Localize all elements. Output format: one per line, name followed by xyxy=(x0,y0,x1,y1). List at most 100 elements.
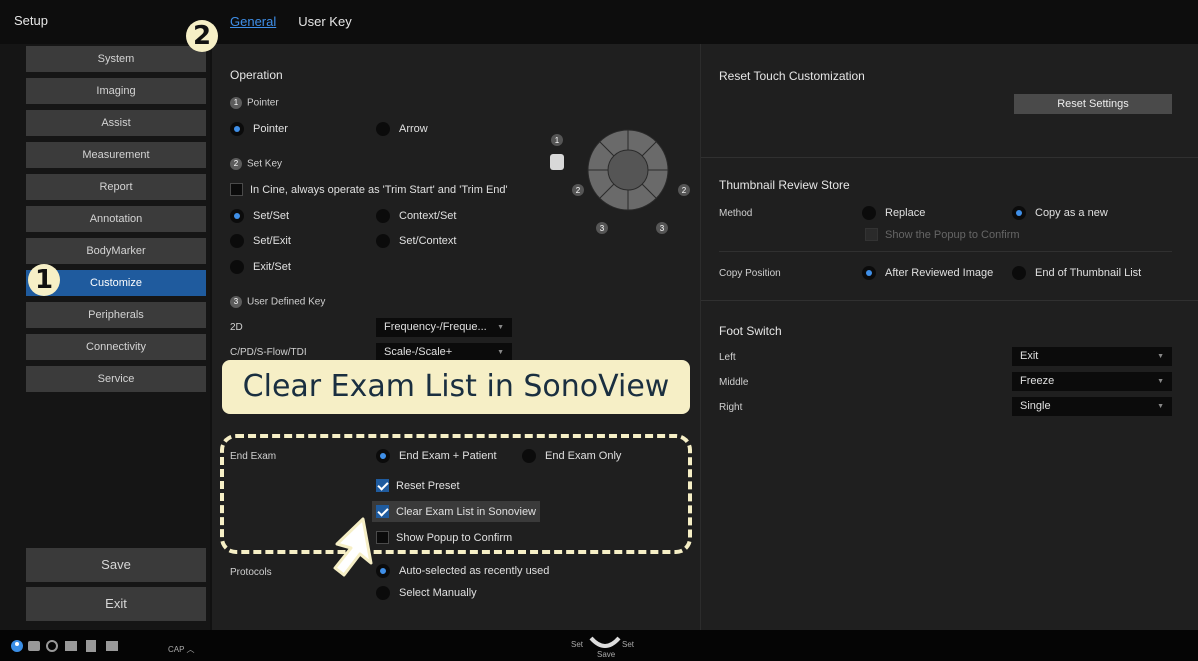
radio-dot xyxy=(376,209,390,223)
highlight-dashed-box xyxy=(220,434,692,554)
tab-user-key[interactable]: User Key xyxy=(298,14,351,29)
radio-label: Set/Exit xyxy=(253,235,291,247)
radio-label: Select Manually xyxy=(399,587,477,599)
foot-right-dropdown[interactable]: Single ▼ xyxy=(1012,397,1172,416)
radio-dot xyxy=(376,586,390,600)
radio-set-set[interactable]: Set/Set xyxy=(230,209,289,223)
radio-end-of-list[interactable]: End of Thumbnail List xyxy=(1012,266,1141,280)
radio-arrow[interactable]: Arrow xyxy=(376,122,428,136)
number-badge: 1 xyxy=(230,97,242,109)
thumbnail-title: Thumbnail Review Store xyxy=(719,178,850,192)
radio-label: Pointer xyxy=(253,123,288,135)
pointer-cursor-icon xyxy=(333,517,373,577)
section-divider xyxy=(701,157,1198,158)
column-divider xyxy=(700,44,701,630)
radio-select-manually[interactable]: Select Manually xyxy=(376,586,477,600)
operation-title: Operation xyxy=(230,68,283,82)
radio-dot xyxy=(376,122,390,136)
radio-label: Arrow xyxy=(399,123,428,135)
radio-replace[interactable]: Replace xyxy=(862,206,925,220)
sidebar-item-bodymarker[interactable]: BodyMarker xyxy=(26,238,206,264)
radio-label: Set/Context xyxy=(399,235,457,247)
diagram-label-2-right: 2 xyxy=(682,186,687,195)
exit-button[interactable]: Exit xyxy=(26,587,206,621)
step-marker-2: 2 xyxy=(186,20,218,52)
set-right-label: Set xyxy=(622,640,635,649)
checkbox-label: In Cine, always operate as 'Trim Start' … xyxy=(250,183,508,196)
drive-icon xyxy=(86,640,96,652)
dropdown-value: Frequency-/Freque... xyxy=(384,321,487,333)
sidebar-item-measurement[interactable]: Measurement xyxy=(26,142,206,168)
checkbox-box xyxy=(230,183,243,196)
radio-set-context[interactable]: Set/Context xyxy=(376,234,456,248)
save-button[interactable]: Save xyxy=(26,548,206,582)
step-marker-1: 1 xyxy=(28,264,60,296)
status-bar: CAP ︿ Set Set Save xyxy=(0,630,1198,661)
radio-dot xyxy=(1012,266,1026,280)
radio-dot xyxy=(862,266,876,280)
user-key-2d-label: 2D xyxy=(230,322,243,333)
set-key-label-text: Set Key xyxy=(247,158,283,170)
user-key-label: 3 User Defined Key xyxy=(230,296,325,308)
radio-label: Copy as a new xyxy=(1035,207,1108,219)
radio-label: Context/Set xyxy=(399,210,457,222)
copy-position-label: Copy Position xyxy=(719,268,781,279)
dropdown-value: Scale-/Scale+ xyxy=(384,346,453,358)
radio-after-reviewed[interactable]: After Reviewed Image xyxy=(862,266,993,280)
sidebar-item-annotation[interactable]: Annotation xyxy=(26,206,206,232)
foot-left-label: Left xyxy=(719,352,736,363)
reset-settings-button[interactable]: Reset Settings xyxy=(1014,94,1172,114)
user-key-label-text: User Defined Key xyxy=(247,296,326,308)
save-hint-label: Save xyxy=(597,650,616,659)
diagram-label-3-right: 3 xyxy=(660,224,665,233)
checkbox-label: Show the Popup to Confirm xyxy=(885,228,1020,241)
pointer-key xyxy=(550,154,564,170)
radio-dot xyxy=(862,206,876,220)
radio-dot xyxy=(1012,206,1026,220)
radio-label: Replace xyxy=(885,207,926,219)
section-divider xyxy=(701,300,1198,301)
sidebar-item-report[interactable]: Report xyxy=(26,174,206,200)
radio-exit-set[interactable]: Exit/Set xyxy=(230,260,291,274)
radio-context-set[interactable]: Context/Set xyxy=(376,209,456,223)
protocols-label: Protocols xyxy=(230,567,272,578)
tab-bar: General User Key xyxy=(230,14,352,29)
dial-center xyxy=(607,149,649,191)
method-label: Method xyxy=(719,208,753,219)
number-badge: 2 xyxy=(230,158,242,170)
show-popup-thumbnail-checkbox[interactable]: Show the Popup to Confirm xyxy=(865,228,1020,241)
clock-icon xyxy=(46,640,58,652)
status-icons xyxy=(11,640,118,652)
foot-right-label: Right xyxy=(719,402,743,413)
dropdown-value: Exit xyxy=(1020,350,1039,362)
radio-set-exit[interactable]: Set/Exit xyxy=(230,234,291,248)
chevron-down-icon: ▼ xyxy=(1157,403,1164,410)
radio-dot xyxy=(230,234,244,248)
monitor-icon xyxy=(65,641,77,651)
cine-trim-checkbox[interactable]: In Cine, always operate as 'Trim Start' … xyxy=(230,183,508,196)
sidebar-item-imaging[interactable]: Imaging xyxy=(26,78,206,104)
radio-auto-selected[interactable]: Auto-selected as recently used xyxy=(376,564,549,578)
sidebar-item-service[interactable]: Service xyxy=(26,366,206,392)
tab-general[interactable]: General xyxy=(230,14,276,29)
radio-copy-as-new[interactable]: Copy as a new xyxy=(1012,206,1108,220)
foot-switch-title: Foot Switch xyxy=(719,324,782,338)
radio-label: Auto-selected as recently used xyxy=(399,565,550,577)
dropdown-value: Freeze xyxy=(1020,375,1055,387)
sidebar-item-system[interactable]: System xyxy=(26,46,206,72)
radio-dot xyxy=(230,260,244,274)
dropdown-value: Single xyxy=(1020,400,1051,412)
sidebar-item-peripherals[interactable]: Peripherals xyxy=(26,302,206,328)
radio-dot xyxy=(230,209,244,223)
sidebar: System Imaging Assist Measurement Report… xyxy=(0,44,210,630)
foot-middle-dropdown[interactable]: Freeze ▼ xyxy=(1012,372,1172,391)
sidebar-item-assist[interactable]: Assist xyxy=(26,110,206,136)
user-key-2d-dropdown[interactable]: Frequency-/Freque... ▼ xyxy=(376,318,512,337)
sidebar-item-connectivity[interactable]: Connectivity xyxy=(26,334,206,360)
diagram-label-3-left: 3 xyxy=(600,224,605,233)
radio-pointer[interactable]: Pointer xyxy=(230,122,288,136)
chevron-down-icon: ▼ xyxy=(1157,378,1164,385)
number-badge: 3 xyxy=(230,296,242,308)
radio-label: After Reviewed Image xyxy=(885,267,994,279)
foot-left-dropdown[interactable]: Exit ▼ xyxy=(1012,347,1172,366)
